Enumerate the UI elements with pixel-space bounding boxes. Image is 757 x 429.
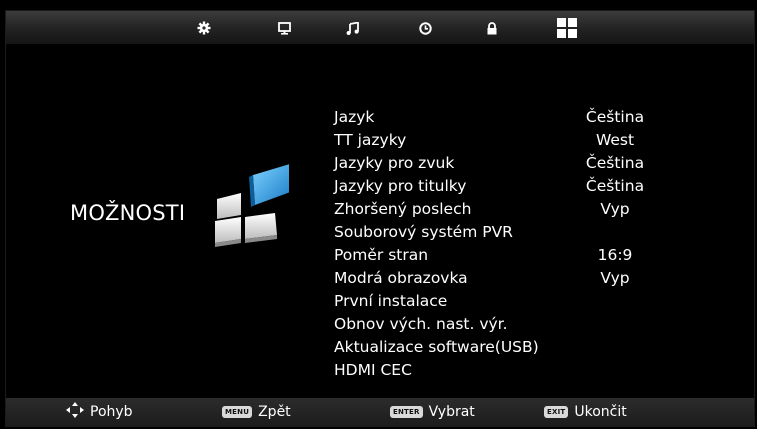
menu-item-label: První instalace	[334, 291, 448, 310]
exit-key-icon: EXIT	[544, 406, 569, 418]
menu-item-value: Vyp	[600, 199, 630, 218]
menu-item-software-update-usb[interactable]: Aktualizace software(USB)	[334, 335, 664, 358]
menu-item-value: West	[595, 130, 635, 149]
menu-item-tt-languages[interactable]: TT jazyky West	[334, 128, 664, 151]
clock-icon[interactable]	[413, 16, 437, 40]
hint-select: ENTER Vybrat	[390, 398, 475, 426]
menu-item-label: Poměr stran	[334, 245, 429, 264]
menu-item-label: Jazyky pro titulky	[334, 176, 467, 195]
menu-item-hearing-impaired[interactable]: Zhoršený poslech Vyp	[334, 197, 664, 220]
options-menu: Jazyk Čeština TT jazyky West Jazyky pro …	[334, 105, 664, 381]
menu-item-label: TT jazyky	[334, 130, 407, 149]
menu-item-label: Zhoršený poslech	[334, 199, 472, 218]
options-emblem-icon	[211, 163, 293, 259]
bottom-hint-bar: Pohyb MENU Zpět ENTER Vybrat EXIT Ukonči…	[6, 398, 754, 426]
menu-item-blue-screen[interactable]: Modrá obrazovka Vyp	[334, 266, 664, 289]
gear-icon[interactable]	[192, 16, 216, 40]
hint-select-label: Vybrat	[428, 404, 475, 420]
menu-item-hdmi-cec[interactable]: HDMI CEC	[334, 358, 664, 381]
lock-icon[interactable]	[480, 16, 504, 40]
menu-item-label: Jazyk	[334, 107, 375, 126]
menu-item-value: Vyp	[600, 268, 630, 287]
menu-item-audio-languages[interactable]: Jazyky pro zvuk Čeština	[334, 151, 664, 174]
hint-back-label: Zpět	[258, 404, 291, 420]
menu-item-aspect-ratio[interactable]: Poměr stran 16:9	[334, 243, 664, 266]
menu-item-label: Souborový systém PVR	[334, 222, 513, 241]
page-title: MOŽNOSTI	[70, 201, 186, 225]
menu-item-pvr-file-system[interactable]: Souborový systém PVR	[334, 220, 664, 243]
hint-exit-label: Ukončit	[574, 404, 627, 420]
menu-item-first-installation[interactable]: První instalace	[334, 289, 664, 312]
hint-back: MENU Zpět	[222, 398, 291, 426]
menu-item-label: Obnov vých. nast. výr.	[334, 314, 508, 333]
hint-move: Pohyb	[66, 398, 133, 426]
top-tab-bar	[6, 11, 754, 44]
menu-item-label: Modrá obrazovka	[334, 268, 468, 287]
menu-item-subtitle-languages[interactable]: Jazyky pro titulky Čeština	[334, 174, 664, 197]
menu-item-label: Jazyky pro zvuk	[334, 153, 455, 172]
monitor-icon[interactable]	[272, 16, 296, 40]
hint-exit: EXIT Ukončit	[544, 398, 627, 426]
menu-item-value: Čeština	[585, 107, 645, 126]
enter-key-icon: ENTER	[390, 406, 423, 418]
menu-item-value: Čeština	[585, 176, 645, 195]
options-grid-icon[interactable]	[554, 15, 580, 41]
menu-item-label: Aktualizace software(USB)	[334, 337, 539, 356]
dpad-arrows-icon	[66, 402, 84, 422]
hint-move-label: Pohyb	[90, 404, 133, 420]
menu-key-icon: MENU	[222, 406, 253, 418]
menu-item-language[interactable]: Jazyk Čeština	[334, 105, 664, 128]
music-note-icon[interactable]	[340, 16, 364, 40]
menu-item-value: 16:9	[597, 245, 633, 264]
tv-menu-screen: MOŽNOSTI Jazyk Čeština TT jazyky West Ja…	[5, 10, 755, 427]
menu-item-factory-reset[interactable]: Obnov vých. nast. výr.	[334, 312, 664, 335]
menu-item-value: Čeština	[585, 153, 645, 172]
menu-item-label: HDMI CEC	[334, 360, 412, 379]
